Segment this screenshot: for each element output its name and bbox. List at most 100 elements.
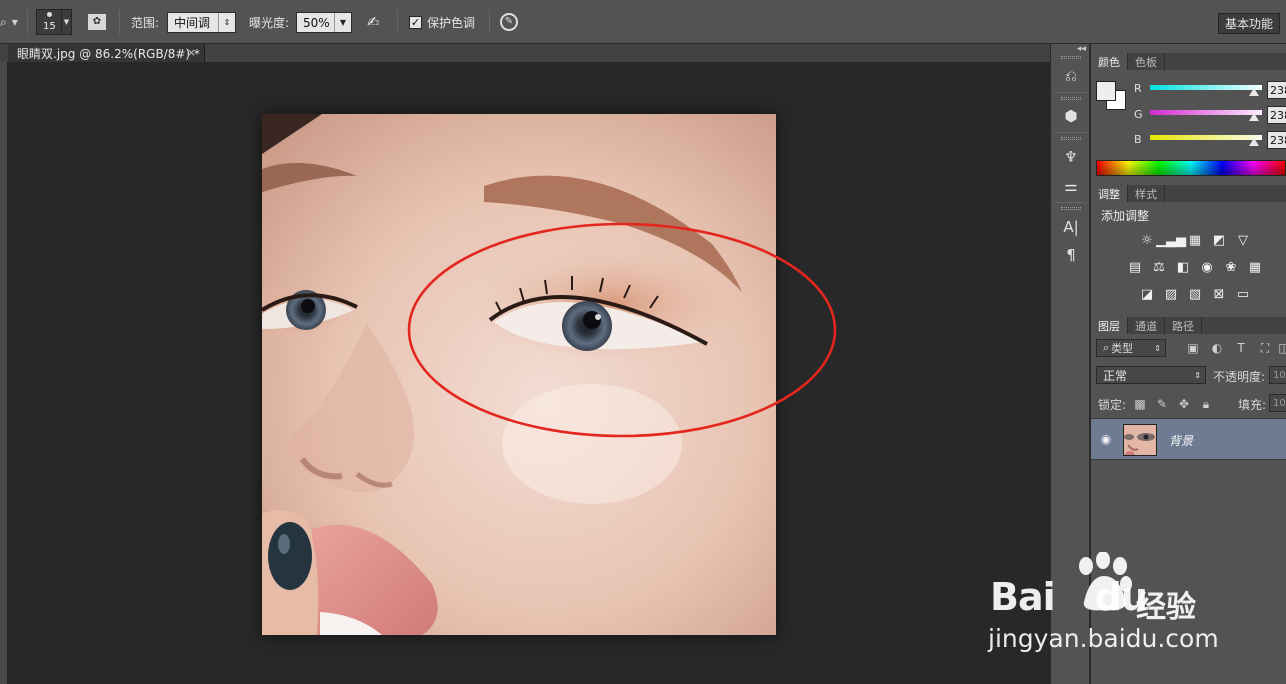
photo-filter-icon[interactable]: ◉: [1198, 259, 1216, 275]
slider-thumb[interactable]: [1249, 138, 1259, 146]
brush-panel-toggle[interactable]: ✿: [88, 0, 106, 44]
lock-transparent-icon[interactable]: ▩: [1133, 397, 1147, 411]
layer-thumbnail-image: [1124, 425, 1156, 455]
filter-shape-icon[interactable]: ⛶: [1258, 341, 1272, 355]
document-image[interactable]: [262, 114, 776, 635]
curves-icon[interactable]: ▦: [1186, 232, 1204, 248]
slider-thumb[interactable]: [1249, 113, 1259, 121]
gradient-triangle-icon[interactable]: ▽: [1234, 232, 1252, 248]
document-tab[interactable]: 眼睛双.jpg @ 86.2%(RGB/8#) * ×: [8, 44, 205, 62]
chevron-down-icon[interactable]: ▼: [62, 9, 72, 35]
black-white-icon[interactable]: ◧: [1174, 259, 1192, 275]
brush-settings-icon[interactable]: ⚌: [1060, 175, 1082, 197]
layers-panel-tabs: 图层 通道 路径: [1091, 317, 1286, 334]
channel-b-value[interactable]: 238: [1267, 131, 1286, 149]
brightness-icon[interactable]: ☼: [1138, 232, 1156, 248]
threshold-icon[interactable]: ▧: [1186, 286, 1204, 302]
fill-label: 填充:: [1238, 398, 1267, 412]
tool-preset-picker[interactable]: ⌕ ▼: [0, 0, 18, 44]
eye-icon[interactable]: ◉: [1099, 432, 1113, 446]
filter-smart-object-icon[interactable]: ◫: [1277, 341, 1286, 355]
opacity-label: 不透明度:: [1213, 370, 1266, 384]
lock-icon[interactable]: 🔒︎: [1199, 397, 1213, 411]
filter-pixel-icon[interactable]: ▣: [1186, 341, 1200, 355]
channel-g-label: G: [1134, 108, 1143, 121]
channel-r-label: R: [1134, 82, 1142, 95]
balance-icon[interactable]: ⚖: [1150, 259, 1168, 275]
tab-paths[interactable]: 路径: [1165, 317, 1202, 334]
exposure-icon[interactable]: ◩: [1210, 232, 1228, 248]
close-icon[interactable]: ×: [187, 46, 196, 59]
options-bar: ⌕ ▼ 15 ▼ ✿ 范围: 中间调 ⇕ 曝光度: 50% ▼ ✍ ✓ 保护色调…: [0, 0, 1286, 44]
brush-panel-icon: ✿: [88, 14, 106, 30]
vibrance-icon[interactable]: ▤: [1126, 259, 1144, 275]
range-select[interactable]: 中间调 ⇕: [167, 12, 236, 33]
color-spectrum-ramp[interactable]: [1096, 160, 1286, 176]
filter-type-icon[interactable]: T: [1234, 341, 1248, 355]
channel-r-value[interactable]: 238: [1267, 81, 1286, 99]
filter-adjustment-icon[interactable]: ◐: [1210, 341, 1224, 355]
blend-mode-select[interactable]: 正常 ⇕: [1096, 366, 1206, 384]
range-value: 中间调: [174, 16, 211, 30]
layer-name[interactable]: 背景: [1169, 432, 1193, 449]
channel-r-slider[interactable]: [1150, 85, 1262, 90]
history-icon[interactable]: ⎌: [1060, 65, 1082, 87]
exposure-label: 曝光度:: [249, 15, 290, 30]
channel-mixer-icon[interactable]: ❀: [1222, 259, 1240, 275]
tab-swatches[interactable]: 色板: [1128, 53, 1165, 70]
tab-styles[interactable]: 样式: [1128, 185, 1165, 202]
tab-layers[interactable]: 图层: [1091, 317, 1128, 334]
divider: [489, 10, 490, 34]
color-lookup-icon[interactable]: ▦: [1246, 259, 1264, 275]
document-tab-bar: 眼睛双.jpg @ 86.2%(RGB/8#) * ×: [0, 44, 1050, 62]
foreground-color-swatch[interactable]: [1096, 81, 1116, 101]
workspace-button[interactable]: 基本功能: [1218, 13, 1280, 34]
adjustments-panel-tabs: 调整 样式: [1091, 185, 1286, 202]
lock-move-icon[interactable]: ✥: [1177, 397, 1191, 411]
face-photo: [262, 114, 776, 635]
chevron-down-icon[interactable]: ▼: [334, 13, 351, 32]
layer-filter-select[interactable]: ⌕ 类型 ⇕: [1096, 339, 1166, 357]
divider: [1054, 202, 1088, 203]
checkbox-checked-icon: ✓: [409, 15, 422, 29]
fill-field[interactable]: 10: [1269, 394, 1286, 412]
exposure-field[interactable]: 50% ▼: [296, 12, 352, 33]
3d-icon[interactable]: ⬢: [1060, 105, 1082, 127]
grip-handle[interactable]: [1061, 207, 1081, 210]
divider: [1054, 92, 1088, 93]
character-icon[interactable]: A|: [1060, 216, 1082, 238]
posterize-icon[interactable]: ▨: [1162, 286, 1180, 302]
protect-tones-checkbox[interactable]: ✓ 保护色调: [409, 0, 475, 44]
toolbar-edge: [0, 44, 8, 684]
pressure-icon: ✎: [500, 13, 518, 31]
updown-arrow-icon: ⇕: [1194, 370, 1201, 380]
layer-row-background[interactable]: ◉ 背景: [1091, 418, 1286, 460]
grip-handle[interactable]: [1061, 56, 1081, 59]
invert-icon[interactable]: ◪: [1138, 286, 1156, 302]
lock-paint-icon[interactable]: ✎: [1155, 397, 1169, 411]
channel-g-value[interactable]: 238: [1267, 106, 1286, 124]
opacity-field[interactable]: 10: [1269, 366, 1286, 384]
slider-thumb[interactable]: [1249, 88, 1259, 96]
paragraph-icon[interactable]: ¶: [1060, 244, 1082, 266]
tab-adjustments[interactable]: 调整: [1091, 185, 1128, 202]
divider: [27, 10, 28, 34]
gradient-map-icon[interactable]: ▭: [1234, 286, 1252, 302]
collapse-panels-icon[interactable]: ◂◂: [1077, 44, 1086, 54]
range-label: 范围:: [131, 15, 160, 30]
color-panel-tabs: 颜色 色板: [1091, 53, 1286, 70]
pressure-toggle[interactable]: ✎: [500, 0, 518, 44]
grip-handle[interactable]: [1061, 97, 1081, 100]
channel-b-slider[interactable]: [1150, 135, 1262, 140]
brush-size-value: 15: [43, 21, 56, 32]
levels-icon[interactable]: ▁▃▅: [1156, 232, 1186, 248]
airbrush-icon: ✍: [367, 13, 380, 31]
brush-presets-icon[interactable]: ♆: [1060, 146, 1082, 168]
tab-color[interactable]: 颜色: [1091, 53, 1128, 70]
brush-size-picker[interactable]: 15 ▼: [36, 0, 72, 44]
selective-color-icon[interactable]: ⊠: [1210, 286, 1228, 302]
grip-handle[interactable]: [1061, 137, 1081, 140]
airbrush-toggle[interactable]: ✍: [367, 0, 380, 44]
tab-channels[interactable]: 通道: [1128, 317, 1165, 334]
channel-g-slider[interactable]: [1150, 110, 1262, 115]
